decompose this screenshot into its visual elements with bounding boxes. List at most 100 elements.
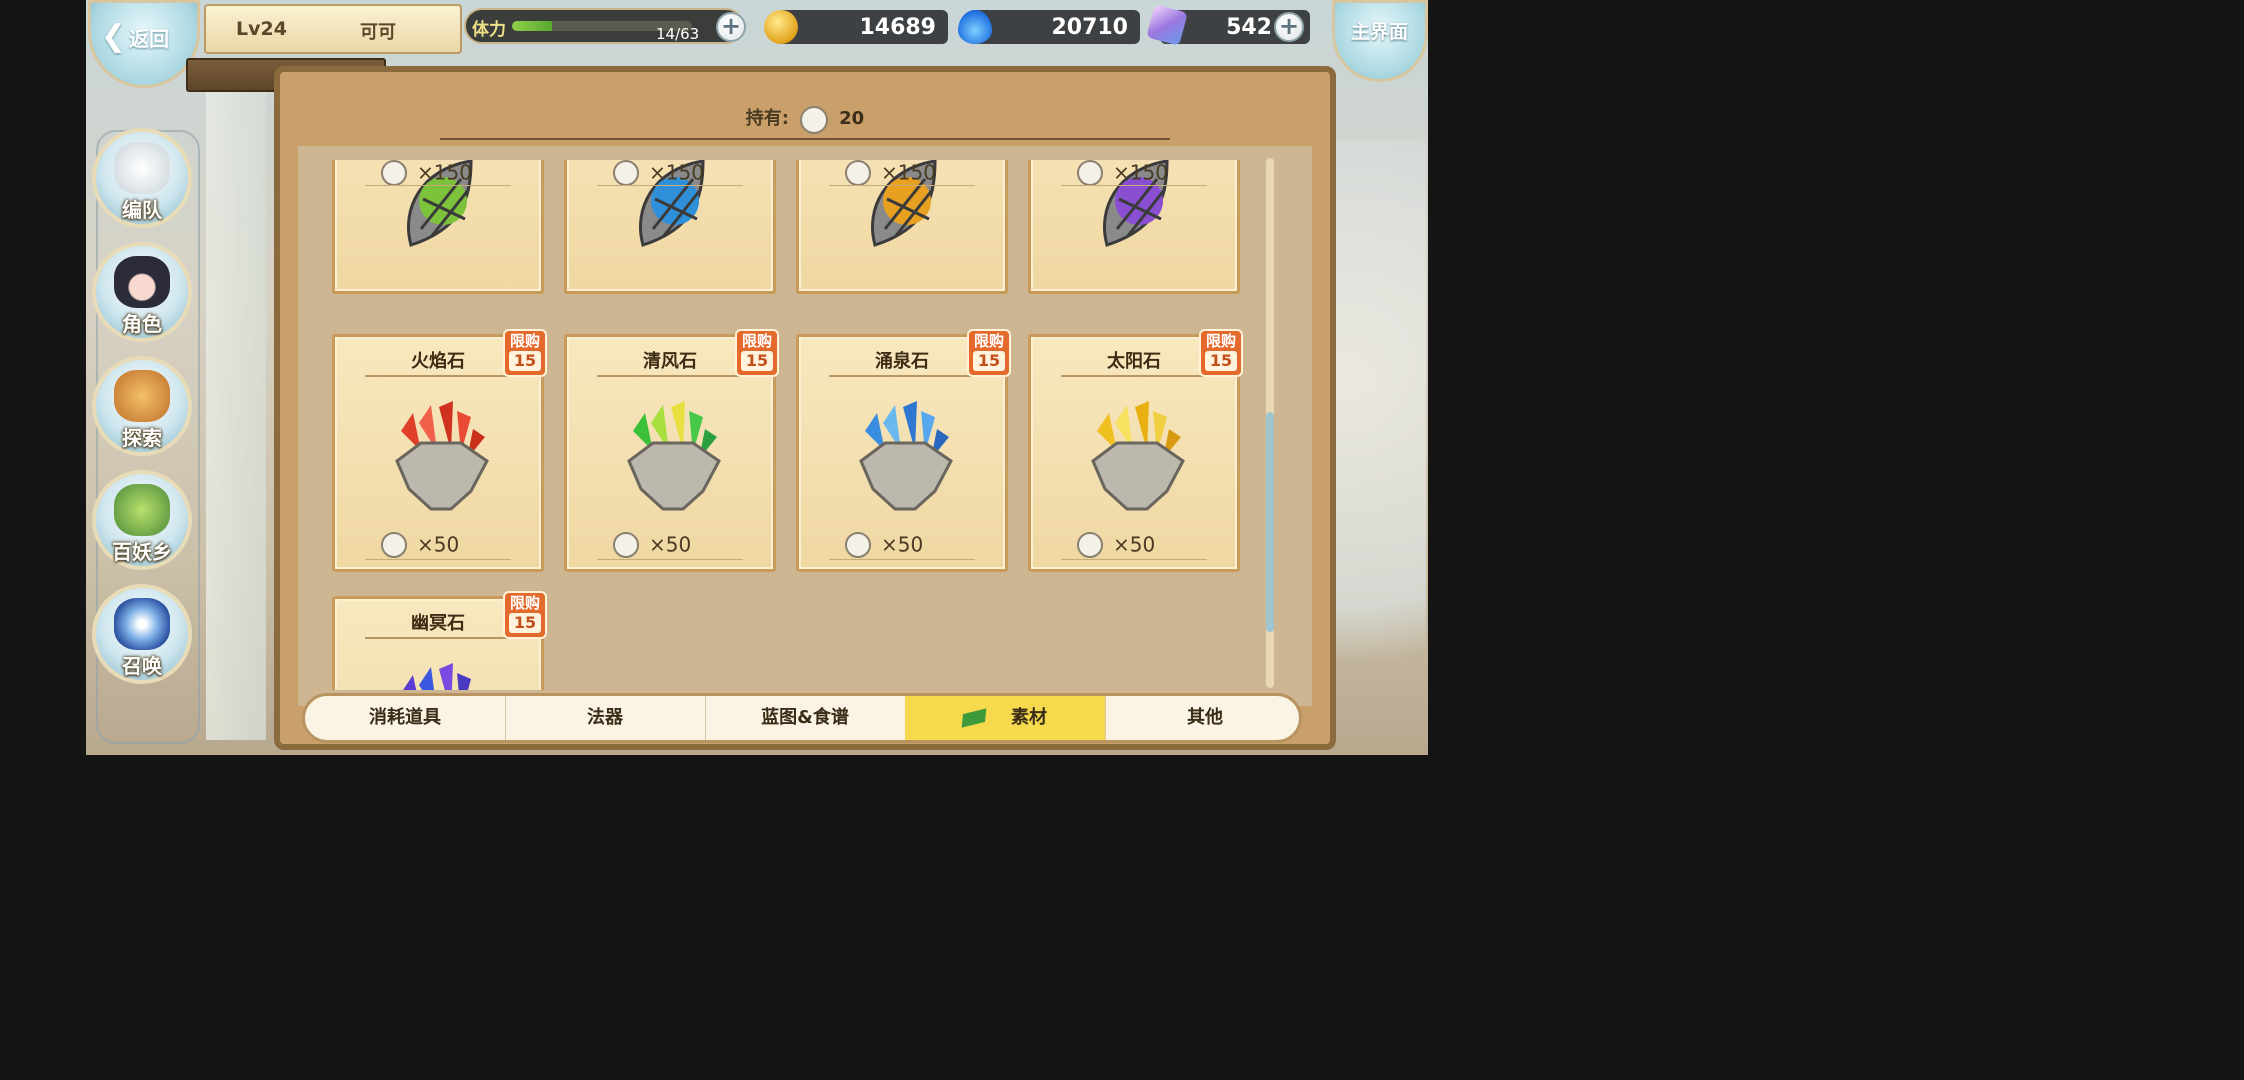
shop-item-yellow-orb[interactable]: ×150: [796, 160, 1008, 294]
stamina-bar: 体力 14/63: [464, 8, 744, 44]
item-price: ×150: [1077, 160, 1168, 186]
breeze-stone-icon: [627, 401, 721, 511]
shop-item-grid: ×150 ×150 ×150 ×150 火焰石 限购 15 ×50 清风石 限购…: [332, 160, 1252, 690]
blue-value: 20710: [1051, 15, 1128, 40]
card-footer-line: [597, 559, 743, 560]
tab-blueprints-recipes[interactable]: 蓝图&食谱: [705, 696, 906, 740]
card-footer-line: [829, 559, 975, 560]
blue-currency: 20710: [968, 10, 1140, 44]
purchase-limit-badge: 限购 15: [503, 591, 547, 639]
summon-swirl-icon: [114, 598, 170, 650]
shop-item-flame-stone[interactable]: 火焰石 限购 15 ×50: [332, 329, 547, 572]
category-tabs: 消耗道具 法器 蓝图&食谱 素材 其他: [302, 693, 1302, 743]
shop-item-breeze-stone[interactable]: 清风石 限购 15 ×50: [564, 329, 779, 572]
shop-item-green-orb[interactable]: ×150: [332, 160, 544, 294]
sun-stone-icon: [1091, 401, 1185, 511]
back-arrow-icon: ❮: [101, 19, 127, 54]
card-footer-line: [1061, 559, 1207, 560]
card-divider: [365, 637, 511, 639]
card-divider: [597, 375, 743, 377]
shop-scroll-thumb[interactable]: [1266, 412, 1274, 632]
nav-explore-label: 探索: [122, 426, 162, 450]
nav-formation[interactable]: 编队: [92, 128, 192, 228]
purchase-limit-badge: 限购 15: [503, 329, 547, 377]
holdings-divider: [440, 138, 1170, 140]
back-label: 返回: [129, 27, 169, 51]
tab-materials-label: 素材: [1011, 707, 1047, 728]
holdings-value: 20: [839, 108, 865, 129]
shop-frame: 持有: 20 ×150 ×150 ×150 ×150 火焰石 限购 15 ×50…: [274, 66, 1336, 750]
back-button[interactable]: ❮ 返回: [88, 0, 200, 88]
nav-character[interactable]: 角色: [92, 242, 192, 342]
shop-item-spring-stone[interactable]: 涌泉石 限购 15 ×50: [796, 329, 1011, 572]
token-coin-icon: [845, 531, 871, 558]
character-icon: [114, 256, 170, 308]
card-footer-line: [597, 185, 743, 186]
nav-formation-label: 编队: [122, 198, 162, 222]
explore-icon: [114, 370, 170, 422]
tab-consumables[interactable]: 消耗道具: [305, 696, 506, 740]
nav-yokai-village[interactable]: 百妖乡: [92, 470, 192, 570]
card-divider: [1061, 375, 1207, 377]
shop-item-sun-stone[interactable]: 太阳石 限购 15 ×50: [1028, 329, 1243, 572]
purchase-limit-badge: 限购 15: [735, 329, 779, 377]
token-coin-icon: [845, 160, 871, 186]
nav-character-label: 角色: [122, 312, 162, 336]
card-divider: [365, 375, 511, 377]
shop-item-blue-orb[interactable]: ×150: [564, 160, 776, 294]
nav-summon-label: 召唤: [122, 654, 162, 678]
nav-yokai-village-label: 百妖乡: [112, 540, 172, 564]
token-coin-icon: [381, 531, 407, 558]
game-screen: ❮ 返回 Lv24 可可 商店 体力 14/63 + 14689 20710 5…: [86, 0, 1428, 755]
token-coin-icon: [381, 160, 407, 186]
gold-value: 14689: [859, 15, 936, 40]
home-button[interactable]: 主界面: [1332, 0, 1428, 82]
card-footer-line: [365, 559, 511, 560]
item-price: ×50: [845, 531, 923, 558]
token-coin-icon: [613, 531, 639, 558]
card-footer-line: [829, 185, 975, 186]
blue-flame-icon: [958, 10, 992, 44]
item-price: ×50: [381, 531, 459, 558]
tab-materials[interactable]: 素材: [905, 696, 1106, 740]
token-coin-icon: [613, 160, 639, 186]
item-price: ×150: [381, 160, 472, 186]
home-label: 主界面: [1351, 21, 1409, 43]
holdings-label: 持有:: [745, 108, 789, 129]
side-navigation: 编队 角色 探索 百妖乡 召唤: [88, 110, 204, 750]
stamina-fill: [512, 21, 552, 31]
player-info-plate: Lv24 可可: [204, 4, 462, 54]
shop-item-purple-orb[interactable]: ×150: [1028, 160, 1240, 294]
gold-coin-icon: [764, 10, 798, 44]
purchase-limit-badge: 限购 15: [1199, 329, 1243, 377]
player-name: 可可: [360, 22, 396, 43]
token-coin-icon: [1077, 160, 1103, 186]
item-price: ×150: [613, 160, 704, 186]
village-icon: [114, 484, 170, 536]
add-crystal-button[interactable]: +: [1274, 12, 1304, 42]
leaf-icon: [961, 708, 987, 728]
nav-explore[interactable]: 探索: [92, 356, 192, 456]
card-footer-line: [1061, 185, 1207, 186]
token-coin-icon: [1077, 531, 1103, 558]
card-divider: [829, 375, 975, 377]
stamina-value: 14/63: [656, 25, 700, 43]
tab-others[interactable]: 其他: [1105, 696, 1299, 740]
background-curtain: [206, 60, 266, 740]
item-price: ×50: [1077, 531, 1155, 558]
gold-currency: 14689: [776, 10, 948, 44]
item-price: ×150: [845, 160, 936, 186]
card-footer-line: [365, 185, 511, 186]
shop-item-nether-stone[interactable]: 幽冥石 限购 15: [332, 591, 547, 690]
nav-summon[interactable]: 召唤: [92, 584, 192, 684]
add-stamina-button[interactable]: +: [716, 12, 746, 42]
tab-artifacts[interactable]: 法器: [505, 696, 706, 740]
item-price: ×50: [613, 531, 691, 558]
stamina-label: 体力: [472, 20, 506, 40]
player-level: Lv24: [236, 18, 287, 40]
formation-icon: [114, 142, 170, 194]
nether-stone-icon: [403, 663, 471, 690]
holdings-row: 持有: 20: [280, 104, 1330, 134]
flame-stone-icon: [395, 401, 489, 511]
crystal-value: 542: [1226, 15, 1272, 40]
